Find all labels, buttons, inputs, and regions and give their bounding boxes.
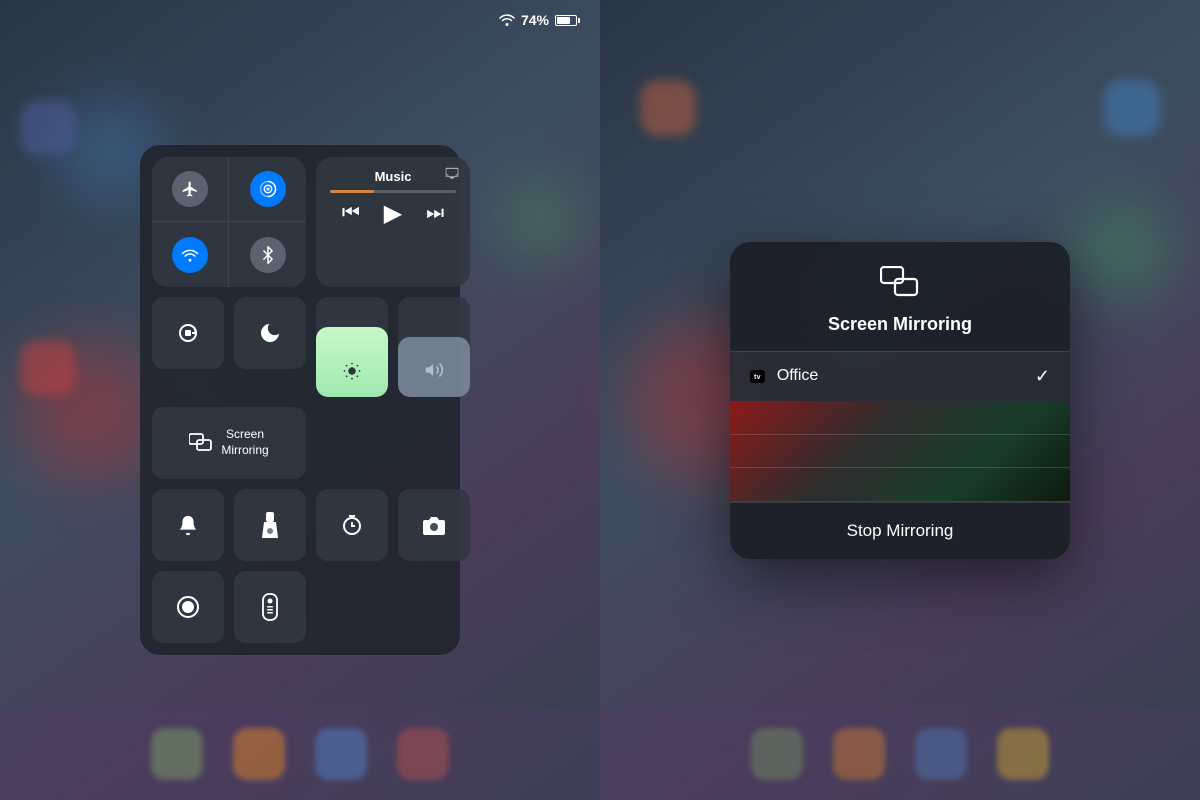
- mirror-device-row[interactable]: tv Office ✓: [730, 352, 1070, 401]
- mirror-dialog-header: Screen Mirroring: [730, 242, 1070, 351]
- rotation-lock-button[interactable]: [152, 297, 224, 369]
- flashlight-button[interactable]: [234, 489, 306, 561]
- mirror-preview-area: [730, 401, 1070, 501]
- dock-icon-3: [315, 728, 367, 780]
- wifi-button[interactable]: [152, 222, 229, 287]
- airplay-button[interactable]: [444, 165, 460, 184]
- right-blob-2: [1070, 200, 1170, 300]
- screen-mirroring-dialog: Screen Mirroring tv Office ✓ Stop Mirror…: [730, 242, 1070, 559]
- bottom-dock-left: [151, 728, 449, 780]
- bluetooth-icon: [250, 237, 286, 273]
- right-dock-4: [997, 728, 1049, 780]
- do-not-disturb-button[interactable]: [234, 297, 306, 369]
- stop-mirroring-label: Stop Mirroring: [847, 521, 954, 541]
- bottom-buttons-row: [152, 571, 306, 643]
- right-dock-1: [751, 728, 803, 780]
- right-bg-app-2: [1104, 80, 1160, 136]
- device-selected-checkmark: ✓: [1035, 366, 1050, 387]
- mirror-dialog-icon: [880, 266, 920, 306]
- timer-button[interactable]: [316, 489, 388, 561]
- bg-app-2: [20, 340, 76, 396]
- appletv-badge: tv: [750, 370, 765, 383]
- connectivity-block: [152, 157, 306, 287]
- music-progress-fill: [330, 190, 374, 193]
- screen-mirroring-label: ScreenMirroring: [221, 427, 268, 458]
- dock-icon-4: [397, 728, 449, 780]
- device-name: Office: [777, 367, 1023, 385]
- wifi-icon: [499, 14, 515, 26]
- music-rewind-button[interactable]: ⏮: [342, 202, 360, 225]
- volume-slider[interactable]: [398, 297, 470, 397]
- cellular-data-button[interactable]: [229, 157, 306, 222]
- battery-icon: [555, 15, 580, 26]
- bg-blob-3: [500, 180, 580, 260]
- screen-mirroring-button[interactable]: ScreenMirroring: [152, 407, 306, 479]
- airplane-mode-button[interactable]: [152, 157, 229, 222]
- music-play-button[interactable]: ▶: [384, 199, 402, 228]
- bell-button[interactable]: [152, 489, 224, 561]
- music-forward-button[interactable]: ⏭: [426, 202, 444, 225]
- battery-percent: 74%: [521, 12, 549, 28]
- volume-icon: [424, 360, 444, 385]
- dock-icon-1: [151, 728, 203, 780]
- camera-button[interactable]: [398, 489, 470, 561]
- preview-line-2: [730, 467, 1070, 468]
- airplane-icon: [172, 171, 208, 207]
- screen-mirroring-icon: [189, 433, 213, 453]
- right-panel: Screen Mirroring tv Office ✓ Stop Mirror…: [600, 0, 1200, 800]
- music-block[interactable]: Music ⏮ ▶ ⏭: [316, 157, 470, 287]
- music-progress-bar: [330, 190, 456, 193]
- apple-tv-remote-button[interactable]: [234, 571, 306, 643]
- brightness-slider[interactable]: [316, 297, 388, 397]
- cellular-icon: [250, 171, 286, 207]
- dock-icon-2: [233, 728, 285, 780]
- wifi-ctrl-icon: [172, 237, 208, 273]
- preview-line-1: [730, 434, 1070, 435]
- stop-mirroring-button[interactable]: Stop Mirroring: [730, 502, 1070, 559]
- right-bg-app-1: [640, 80, 696, 136]
- mirror-dialog-title: Screen Mirroring: [828, 314, 972, 335]
- bottom-dock-right: [751, 728, 1049, 780]
- right-dock-3: [915, 728, 967, 780]
- bg-app-1: [20, 100, 76, 156]
- left-panel: 74%: [0, 0, 600, 800]
- brightness-icon: [343, 362, 361, 385]
- right-dock-2: [833, 728, 885, 780]
- status-bar: 74%: [499, 12, 580, 28]
- screen-record-button[interactable]: [152, 571, 224, 643]
- utility-buttons-row: [152, 489, 470, 561]
- music-title: Music: [330, 169, 456, 184]
- bluetooth-button[interactable]: [229, 222, 306, 287]
- control-center: Music ⏮ ▶ ⏭: [140, 145, 460, 655]
- music-controls: ⏮ ▶ ⏭: [330, 199, 456, 228]
